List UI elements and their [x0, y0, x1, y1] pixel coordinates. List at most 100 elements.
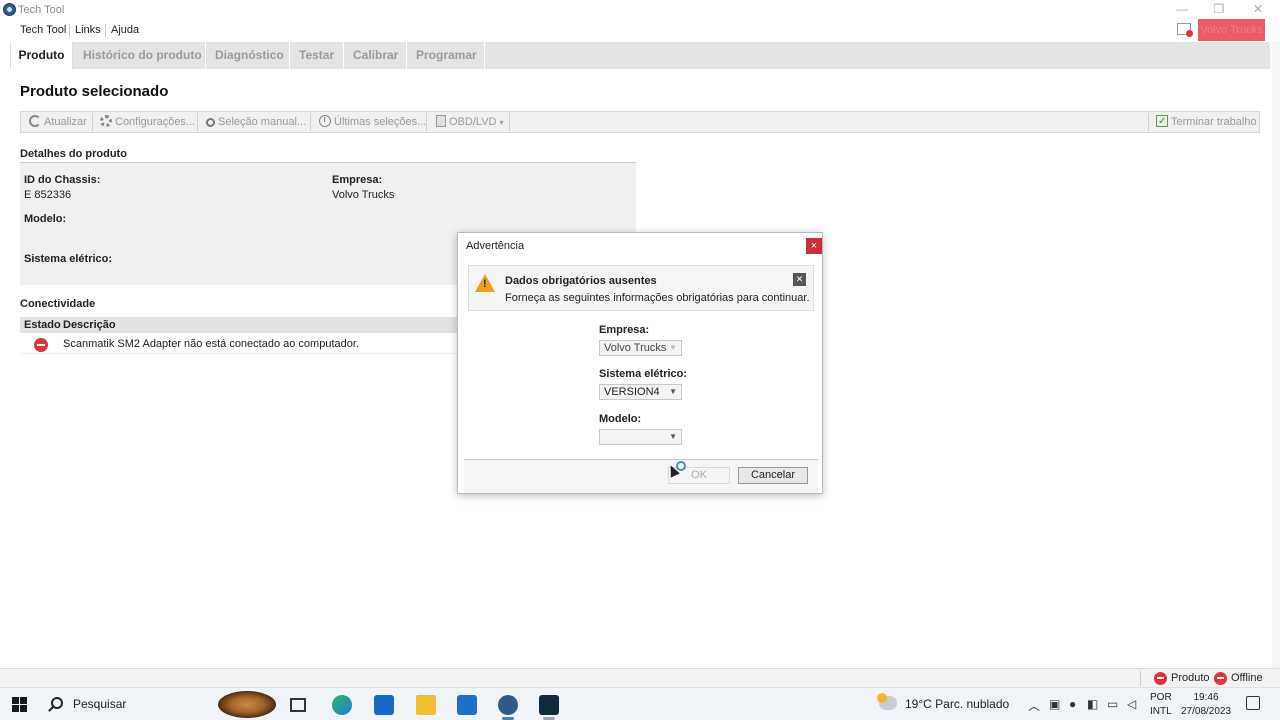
model-select[interactable]: ▼	[599, 429, 682, 445]
window-title: Tech Tool	[18, 4, 65, 16]
clock-time: 19:46	[1193, 692, 1219, 703]
tech-tool-app-icon	[3, 3, 16, 16]
taskbar-search[interactable]: Pesquisar	[73, 697, 126, 711]
tech-tool-taskbar-icon[interactable]	[498, 695, 518, 715]
store-icon[interactable]	[374, 695, 394, 715]
system-clock[interactable]: 19:46 27/08/2023	[1181, 691, 1231, 719]
refresh-icon	[29, 115, 41, 127]
electrical-system-label: Sistema elétrico:	[24, 253, 113, 265]
input-language[interactable]: POR INTL	[1150, 691, 1172, 719]
windows-taskbar: Pesquisar 19°C Parc. nublado ︿ ▣ ● ◧ ▭ ◁…	[0, 687, 1280, 720]
meet-now-icon[interactable]: ▣	[1049, 697, 1060, 711]
column-description: Descrição	[63, 319, 116, 331]
language-code: POR	[1150, 692, 1172, 703]
dialog-close-button[interactable]: ×	[806, 238, 822, 254]
close-button[interactable]: ✕	[1248, 2, 1268, 16]
warning-message: Forneça as seguintes informações obrigat…	[505, 292, 810, 304]
terminal-app-icon[interactable]	[539, 695, 559, 715]
obd-connector-icon	[436, 115, 446, 127]
right-scrollbar[interactable]	[1272, 42, 1280, 668]
toolbar-separator	[197, 113, 198, 131]
dialog-model-label: Modelo:	[599, 413, 642, 425]
tab-separator	[484, 42, 485, 69]
tab-program[interactable]: Programar	[416, 42, 477, 69]
chevron-down-icon: ▼	[669, 343, 677, 352]
mail-icon[interactable]	[457, 695, 477, 715]
chevron-down-icon: ▼	[669, 432, 677, 441]
user-company-button[interactable]: Volvo Trucks	[1198, 19, 1265, 41]
tab-separator	[205, 42, 206, 69]
manual-selection-label: Seleção manual...	[218, 116, 307, 128]
menu-links[interactable]: Links	[75, 24, 101, 36]
warning-banner: Dados obrigatórios ausentes Forneça as s…	[468, 265, 814, 311]
offline-status-label[interactable]: Offline	[1231, 672, 1263, 684]
tab-diagnostics[interactable]: Diagnóstico	[215, 42, 284, 69]
file-explorer-icon[interactable]	[416, 695, 436, 715]
toolbar-separator	[426, 113, 427, 131]
volume-icon[interactable]: ◁	[1127, 697, 1136, 711]
product-status-label[interactable]: Produto	[1171, 672, 1210, 684]
busy-spinner-icon	[676, 461, 686, 471]
status-separator	[1140, 671, 1141, 686]
electrical-system-value: VERSION4	[604, 386, 660, 398]
toolbar-separator	[310, 113, 311, 131]
obd-lvd-dropdown[interactable]: OBD/LVD ▾	[436, 112, 504, 132]
menu-help[interactable]: Ajuda	[111, 24, 139, 36]
connection-status-icon[interactable]	[1177, 23, 1193, 37]
weather-widget[interactable]: 19°C Parc. nublado	[905, 697, 1009, 711]
settings-button[interactable]: Configurações...	[100, 112, 195, 132]
status-bar: Produto Offline	[0, 668, 1280, 687]
finish-work-button[interactable]: Terminar trabalho	[1156, 112, 1257, 132]
connectivity-table-header: Estado Descrição	[20, 317, 460, 333]
search-icon	[206, 118, 215, 127]
chevron-up-icon[interactable]: ︿	[1028, 697, 1040, 714]
microphone-icon[interactable]: ●	[1069, 697, 1076, 711]
toolbar-separator	[1148, 113, 1149, 131]
details-section-title: Detalhes do produto	[20, 148, 127, 160]
dialog-company-label: Empresa:	[599, 324, 650, 336]
keyboard-layout: INTL	[1150, 706, 1172, 717]
network-icon[interactable]: ▭	[1107, 697, 1118, 711]
notification-icon[interactable]	[1246, 696, 1260, 710]
restore-button[interactable]: ❐	[1209, 2, 1229, 16]
tab-test[interactable]: Testar	[299, 42, 334, 69]
minimize-button[interactable]: —	[1172, 2, 1192, 16]
company-select-value: Volvo Trucks	[604, 342, 667, 354]
menu-tech-tool[interactable]: Tech Tool	[20, 24, 66, 36]
product-toolbar: Atualizar Configurações... Seleção manua…	[20, 111, 1260, 133]
partly-cloudy-icon	[877, 693, 897, 710]
warning-dismiss-button[interactable]: ✕	[793, 273, 806, 286]
refresh-button[interactable]: Atualizar	[29, 112, 87, 132]
company-label: Empresa:	[332, 174, 383, 186]
column-status: Estado	[24, 319, 61, 331]
recent-selections-button[interactable]: Últimas seleções...	[319, 112, 426, 132]
manual-selection-button[interactable]: Seleção manual...	[206, 112, 306, 132]
tab-separator	[406, 42, 407, 69]
cancel-button[interactable]: Cancelar	[738, 467, 808, 484]
electrical-system-select[interactable]: VERSION4 ▼	[599, 384, 682, 400]
toolbar-separator	[92, 113, 93, 131]
gear-icon	[100, 115, 112, 127]
chevron-down-icon: ▾	[499, 118, 504, 127]
menu-separator	[105, 24, 106, 37]
security-icon[interactable]: ◧	[1087, 697, 1098, 711]
tab-product[interactable]: Produto	[10, 42, 73, 69]
tab-separator	[289, 42, 290, 69]
chassis-value: E 852336	[24, 189, 72, 201]
windows-start-icon[interactable]	[12, 697, 28, 713]
tab-calibrate[interactable]: Calibrar	[353, 42, 398, 69]
task-view-icon[interactable]	[290, 698, 306, 712]
search-highlight-image[interactable]	[218, 691, 276, 718]
connectivity-section-title: Conectividade	[20, 298, 96, 310]
menu-bar: Tech Tool Links Ajuda	[0, 20, 1280, 41]
edge-browser-icon[interactable]	[332, 695, 352, 715]
window-title-bar: Tech Tool — ❐ ✕	[0, 0, 1280, 20]
finish-check-icon	[1156, 112, 1168, 132]
tab-separator	[343, 42, 344, 69]
warning-dialog: Advertência × Dados obrigatórios ausente…	[457, 232, 823, 494]
table-row[interactable]: Scanmatik SM2 Adapter não está conectado…	[20, 334, 460, 354]
offline-status-icon	[1214, 672, 1227, 685]
tab-product-history[interactable]: Histórico do produto	[83, 42, 202, 69]
chevron-down-icon: ▼	[669, 387, 677, 396]
company-select[interactable]: Volvo Trucks ▼	[599, 340, 682, 356]
